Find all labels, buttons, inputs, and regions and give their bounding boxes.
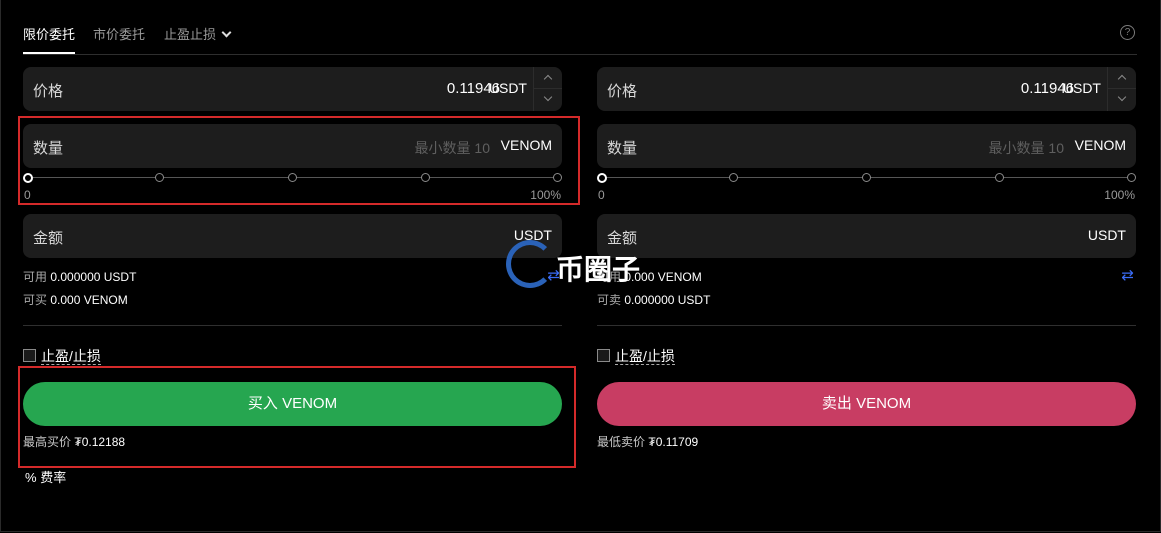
sell-best-price: 最低卖价 ₮0.11709: [597, 435, 699, 449]
buy-quantity-placeholder[interactable]: 最小数量 10: [415, 138, 490, 158]
buy-tpsl-checkbox[interactable]: 止盈/止损: [23, 346, 101, 366]
slider-mark-50[interactable]: [288, 173, 297, 182]
buy-price-stepper: [533, 67, 562, 111]
buy-amount-field[interactable]: 金额 USDT: [23, 214, 562, 258]
buy-price-field[interactable]: 价格 0.11946 USDT: [23, 67, 562, 111]
divider: [23, 325, 562, 326]
sell-amount-field[interactable]: 金额 USDT: [597, 214, 1136, 258]
buy-quantity-unit: VENOM: [500, 137, 552, 153]
sell-price-stepper: [1107, 67, 1136, 111]
sell-tpsl-checkbox[interactable]: 止盈/止损: [597, 346, 675, 366]
buy-price-label: 价格: [33, 83, 64, 100]
slider-mark-75[interactable]: [421, 173, 430, 182]
buy-column: 价格 0.11946 USDT 数量 最小数量 10 VENOM 0 100% …: [23, 0, 562, 533]
sell-price-field[interactable]: 价格 0.11946 USDT: [597, 67, 1136, 111]
buy-price-unit: USDT: [488, 80, 527, 96]
watermark-text: 币圈子: [556, 254, 641, 285]
slider-mark-100[interactable]: [1127, 173, 1136, 182]
buy-amount-label: 金额: [33, 230, 64, 247]
buy-button[interactable]: 买入 VENOM: [23, 382, 562, 426]
slider-handle[interactable]: [597, 173, 607, 183]
sell-price-unit: USDT: [1062, 80, 1101, 96]
increment-icon[interactable]: [534, 67, 562, 89]
watermark: 币圈子: [506, 240, 656, 296]
sell-amount-unit: USDT: [1087, 227, 1126, 243]
sell-quantity-placeholder[interactable]: 最小数量 10: [989, 138, 1064, 158]
slider-max-label: 100%: [1104, 188, 1135, 202]
slider-mark-75[interactable]: [995, 173, 1004, 182]
checkbox-icon[interactable]: [597, 349, 610, 362]
buy-quantity-slider[interactable]: 0 100%: [23, 170, 562, 202]
sell-quantity-unit: VENOM: [1074, 137, 1126, 153]
decrement-icon[interactable]: [534, 89, 562, 110]
fee-rate-link[interactable]: % 费率: [25, 467, 66, 486]
sell-price-label: 价格: [607, 83, 638, 100]
swap-arrows-icon[interactable]: ⇄: [1121, 266, 1134, 284]
order-panel: 限价委托 市价委托 止盈止损 ? 价格 0.11946 USDT 数量 最小数量…: [0, 0, 1161, 532]
buy-quantity-label: 数量: [33, 140, 64, 157]
slider-mark-50[interactable]: [862, 173, 871, 182]
slider-max-label: 100%: [530, 188, 561, 202]
slider-mark-100[interactable]: [553, 173, 562, 182]
sell-column: 价格 0.11946 USDT 数量 最小数量 10 VENOM 0 100% …: [597, 0, 1136, 533]
watermark-logo-icon: [506, 240, 554, 288]
slider-mark-25[interactable]: [729, 173, 738, 182]
decrement-icon[interactable]: [1108, 89, 1136, 110]
sell-quantity-label: 数量: [607, 140, 638, 157]
checkbox-icon[interactable]: [23, 349, 36, 362]
slider-handle[interactable]: [23, 173, 33, 183]
percent-icon: %: [25, 470, 37, 485]
buy-quantity-field[interactable]: 数量 最小数量 10 VENOM: [23, 124, 562, 168]
slider-min-label: 0: [598, 188, 605, 202]
divider: [597, 325, 1136, 326]
buy-available: 可用 0.000000 USDT: [23, 270, 137, 284]
buy-max-quantity: 可买 0.000 VENOM: [23, 293, 128, 307]
buy-best-price: 最高买价 ₮0.12188: [23, 435, 126, 449]
increment-icon[interactable]: [1108, 67, 1136, 89]
sell-quantity-field[interactable]: 数量 最小数量 10 VENOM: [597, 124, 1136, 168]
sell-quantity-slider[interactable]: 0 100%: [597, 170, 1136, 202]
slider-min-label: 0: [24, 188, 31, 202]
slider-mark-25[interactable]: [155, 173, 164, 182]
sell-button[interactable]: 卖出 VENOM: [597, 382, 1136, 426]
